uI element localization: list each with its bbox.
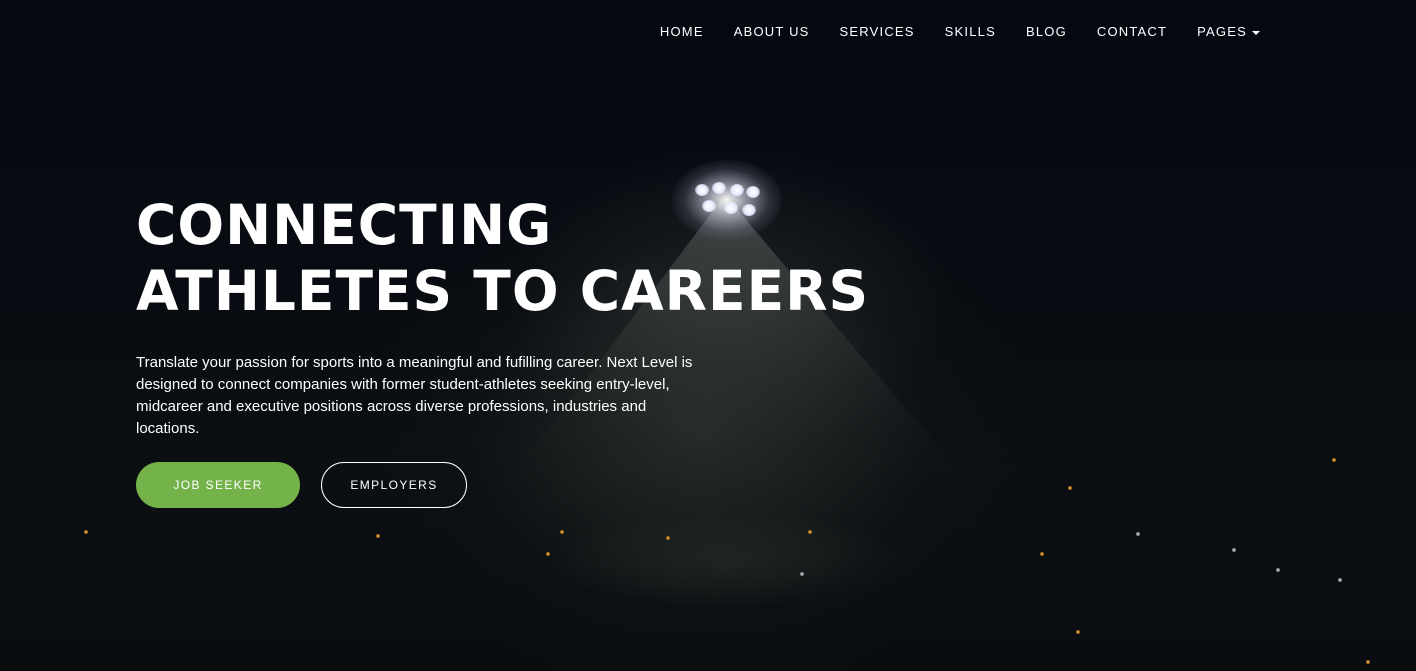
stadium-light	[666, 536, 670, 540]
hero-headline-line1: CONNECTING	[136, 193, 553, 257]
nav-blog-label: BLOG	[1025, 24, 1067, 39]
hero-headline-line2: ATHLETES TO CAREERS	[136, 259, 870, 323]
stadium-light	[1366, 660, 1370, 664]
hero-section: HOME ABOUT US SERVICES SKILLS BLOG CONTA…	[0, 0, 1416, 671]
nav-pages-label: PAGES	[1197, 24, 1247, 39]
stadium-light	[546, 552, 550, 556]
caret-down-icon	[1252, 30, 1260, 35]
nav-about-us-label: ABOUT US	[733, 24, 810, 39]
stadium-light	[1040, 552, 1044, 556]
nav-about-us[interactable]: ABOUT US	[734, 24, 810, 39]
hero-headline: CONNECTING ATHLETES TO CAREERS	[136, 192, 870, 324]
stadium-light	[376, 534, 380, 538]
stadium-light	[1338, 578, 1342, 582]
stadium-light	[808, 530, 812, 534]
stadium-light	[1068, 486, 1072, 490]
nav-home-label: HOME	[659, 24, 704, 39]
hero-description: Translate your passion for sports into a…	[136, 354, 693, 437]
hero-buttons: JOB SEEKER EMPLOYERS	[136, 462, 836, 508]
nav-services-label: SERVICES	[839, 24, 915, 39]
employers-button[interactable]: EMPLOYERS	[321, 462, 467, 508]
nav-blog[interactable]: BLOG	[1026, 24, 1067, 39]
stadium-light	[560, 530, 564, 534]
nav-contact[interactable]: CONTACT	[1097, 24, 1167, 39]
nav-skills[interactable]: SKILLS	[945, 24, 996, 39]
stadium-light	[1136, 532, 1140, 536]
hero-content: CONNECTING ATHLETES TO CAREERS Translate…	[136, 192, 870, 508]
stadium-light	[800, 572, 804, 576]
main-nav: HOME ABOUT US SERVICES SKILLS BLOG CONTA…	[630, 24, 1260, 39]
job-seeker-button[interactable]: JOB SEEKER	[136, 462, 300, 508]
stadium-light	[1276, 568, 1280, 572]
nav-skills-label: SKILLS	[944, 24, 996, 39]
nav-pages-dropdown[interactable]: PAGES	[1197, 24, 1260, 39]
nav-services[interactable]: SERVICES	[840, 24, 915, 39]
nav-home[interactable]: HOME	[660, 24, 704, 39]
stadium-light	[1332, 458, 1336, 462]
nav-contact-label: CONTACT	[1096, 24, 1168, 39]
stadium-light	[1076, 630, 1080, 634]
stadium-light	[84, 530, 88, 534]
stadium-light	[1232, 548, 1236, 552]
